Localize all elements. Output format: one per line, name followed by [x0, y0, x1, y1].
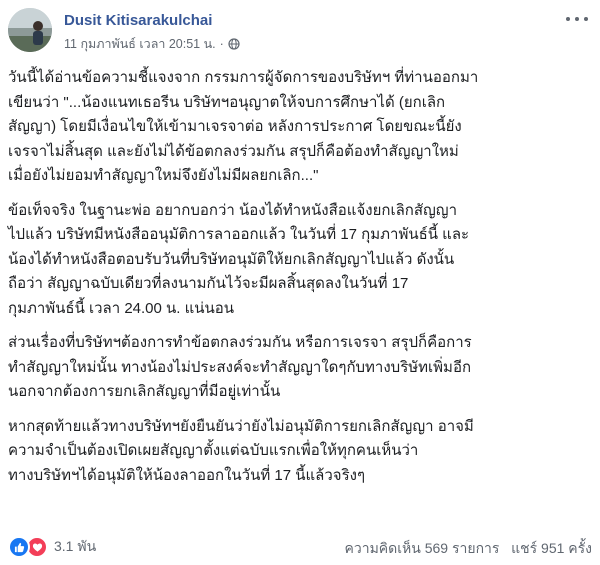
meta-separator: · [219, 37, 224, 51]
globe-icon[interactable] [228, 38, 240, 50]
engagement-stats: ความคิดเห็น 569 รายการ แชร์ 951 ครั้ง [344, 538, 592, 560]
post-body: วันนี้ได้อ่านข้อความชี้แจงจาก กรรมการผู้… [8, 66, 592, 498]
post-header: Dusit Kitisarakulchai 11 กุมภาพันธ์ เวลา… [8, 8, 592, 60]
post-paragraph: ส่วนเรื่องที่บริษัทฯต้องการทำข้อตกลงร่วม… [8, 334, 472, 400]
post-paragraph: ข้อเท็จจริง ในฐานะพ่อ อยากบอกว่า น้องได้… [8, 201, 470, 317]
avatar[interactable] [8, 8, 52, 52]
author-name[interactable]: Dusit Kitisarakulchai [64, 12, 212, 29]
reactions-summary[interactable]: 3.1 พัน [8, 536, 96, 558]
more-options-icon[interactable] [566, 12, 588, 26]
post-meta: 11 กุมภาพันธ์ เวลา 20:51 น. · [64, 34, 240, 54]
comments-count-link[interactable]: ความคิดเห็น 569 รายการ [344, 540, 499, 556]
reaction-count: 3.1 พัน [54, 538, 97, 554]
avatar-photo [8, 8, 52, 52]
post-paragraph: หากสุดท้ายแล้วทางบริษัทฯยังยืนยันว่ายังไ… [8, 417, 474, 484]
post-footer: 3.1 พัน ความคิดเห็น 569 รายการ แชร์ 951 … [8, 535, 592, 559]
shares-count-link[interactable]: แชร์ 951 ครั้ง [511, 540, 592, 556]
post-paragraph: วันนี้ได้อ่านข้อความชี้แจงจาก กรรมการผู้… [8, 69, 479, 184]
post-timestamp[interactable]: 11 กุมภาพันธ์ เวลา 20:51 น. [64, 34, 216, 54]
like-icon [8, 536, 30, 558]
